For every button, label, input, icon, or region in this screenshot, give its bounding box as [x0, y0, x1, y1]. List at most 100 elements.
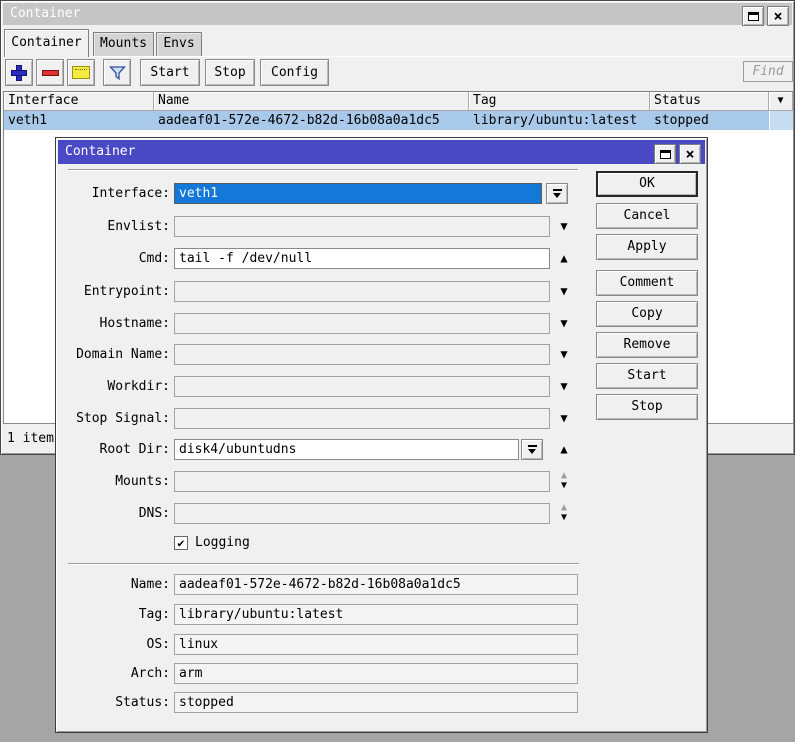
maximize-icon	[660, 150, 671, 159]
root_dir-collapse-up-icon[interactable]: ▲	[554, 439, 574, 460]
hostname-expand-down-icon[interactable]: ▼	[554, 313, 574, 334]
cell-status: stopped	[650, 111, 769, 130]
dropdown-list-icon	[553, 189, 562, 198]
column-header-tag[interactable]: Tag	[469, 92, 650, 110]
dns-label: DNS:	[64, 503, 170, 524]
envlist-expand-down-icon[interactable]: ▼	[554, 216, 574, 237]
interface-field[interactable]: veth1	[174, 183, 542, 204]
separator-info	[68, 563, 579, 565]
workdir-field[interactable]	[174, 376, 550, 397]
dialog-titlebar[interactable]: Container ×	[58, 140, 705, 164]
config-button[interactable]: Config	[260, 59, 329, 86]
logging-checkbox-label: Logging	[195, 534, 250, 552]
remove-button[interactable]	[36, 59, 64, 86]
stop_signal-label: Stop Signal:	[64, 408, 170, 429]
mounts-label: Mounts:	[64, 471, 170, 492]
maximize-icon	[748, 12, 759, 21]
cancel-button[interactable]: Cancel	[596, 203, 698, 229]
stop_signal-field[interactable]	[174, 408, 550, 429]
dialog-maximize-button[interactable]	[654, 144, 676, 164]
start-button[interactable]: Start	[140, 59, 200, 86]
dropdown-list-icon-bar	[528, 445, 537, 447]
interface-dropdown-button[interactable]	[546, 183, 568, 204]
close-button[interactable]: ×	[767, 6, 789, 26]
workdir-expand-down-icon[interactable]: ▼	[554, 376, 574, 397]
cmd-field[interactable]: tail -f /dev/null	[174, 248, 550, 269]
cell-tag: library/ubuntu:latest	[469, 111, 650, 130]
main-window-title: Container	[10, 6, 80, 21]
comment-button[interactable]: Comment	[596, 270, 698, 296]
entrypoint-label: Entrypoint:	[64, 281, 170, 302]
dns-down-icon[interactable]: ▼	[554, 513, 574, 523]
table-body: veth1aadeaf01-572e-4672-b82d-16b08a0a1dc…	[4, 111, 793, 130]
tab-envs[interactable]: Envs	[156, 32, 202, 56]
envlist-field[interactable]	[174, 216, 550, 237]
main-window-titlebar[interactable]: Container ×	[3, 3, 792, 25]
column-header-interface[interactable]: Interface	[4, 92, 154, 110]
stop-button[interactable]: Stop	[596, 394, 698, 420]
name-field: aadeaf01-572e-4672-b82d-16b08a0a1dc5	[174, 574, 578, 595]
copy-button[interactable]: Copy	[596, 301, 698, 327]
start-button[interactable]: Start	[596, 363, 698, 389]
os-field: linux	[174, 634, 578, 655]
container-detail-dialog: Container × Interface:veth1Envlist:▼Cmd:…	[55, 137, 708, 733]
dialog-title: Container	[65, 144, 135, 159]
remove-button[interactable]: Remove	[596, 332, 698, 358]
tag-field: library/ubuntu:latest	[174, 604, 578, 625]
cell-interface: veth1	[4, 111, 154, 130]
mounts-down-icon[interactable]: ▼	[554, 481, 574, 491]
workdir-label: Workdir:	[64, 376, 170, 397]
hostname-field[interactable]	[174, 313, 550, 334]
domain_name-field[interactable]	[174, 344, 550, 365]
comment-button[interactable]	[67, 59, 95, 86]
cmd-label: Cmd:	[64, 248, 170, 269]
arch-field: arm	[174, 663, 578, 684]
domain_name-expand-down-icon[interactable]: ▼	[554, 344, 574, 365]
os-label: OS:	[64, 634, 170, 655]
ok-button[interactable]: OK	[596, 171, 698, 197]
stop-button[interactable]: Stop	[205, 59, 255, 86]
header-dropdown-button[interactable]: ▼	[769, 92, 793, 110]
separator-top	[68, 169, 578, 171]
filter-button[interactable]	[103, 59, 131, 86]
note-icon	[72, 66, 90, 79]
entrypoint-field[interactable]	[174, 281, 550, 302]
dns-field[interactable]	[174, 503, 550, 524]
hostname-label: Hostname:	[64, 313, 170, 334]
checkmark-icon: ✔	[177, 536, 184, 550]
column-header-name[interactable]: Name	[154, 92, 469, 110]
apply-button[interactable]: Apply	[596, 234, 698, 260]
table-row[interactable]: veth1aadeaf01-572e-4672-b82d-16b08a0a1dc…	[4, 111, 793, 130]
mounts-field[interactable]	[174, 471, 550, 492]
dropdown-list-icon-triangle	[553, 193, 561, 198]
cmd-collapse-up-icon[interactable]: ▲	[554, 248, 574, 269]
root_dir-label: Root Dir:	[64, 439, 170, 460]
dropdown-list-icon-bar	[553, 189, 562, 191]
tab-container[interactable]: Container	[4, 29, 89, 57]
tabbar-divider	[3, 56, 792, 57]
interface-label: Interface:	[64, 183, 170, 204]
funnel-icon	[109, 65, 126, 81]
cell-extra	[769, 111, 793, 130]
dialog-close-button[interactable]: ×	[679, 144, 701, 164]
maximize-button[interactable]	[742, 6, 764, 26]
mounts-updown-icons[interactable]: ▲▼	[554, 471, 574, 491]
stop_signal-expand-down-icon[interactable]: ▼	[554, 408, 574, 429]
arch-label: Arch:	[64, 663, 170, 684]
entrypoint-expand-down-icon[interactable]: ▼	[554, 281, 574, 302]
add-button[interactable]	[5, 59, 33, 86]
status-bar-text: 1 item	[7, 429, 54, 449]
close-icon: ×	[685, 147, 694, 162]
tag-label: Tag:	[64, 604, 170, 625]
table-header-row: InterfaceNameTagStatus▼	[4, 92, 793, 111]
dns-updown-icons[interactable]: ▲▼	[554, 503, 574, 523]
find-button[interactable]: Find	[743, 61, 793, 82]
desktop: Container × ContainerMountsEnvs	[0, 0, 795, 742]
column-header-status[interactable]: Status	[650, 92, 769, 110]
plus-icon	[11, 65, 27, 81]
root_dir-dropdown-button[interactable]	[521, 439, 543, 460]
logging-checkbox[interactable]: ✔	[174, 536, 188, 550]
cell-name: aadeaf01-572e-4672-b82d-16b08a0a1dc5	[154, 111, 469, 130]
root_dir-field[interactable]: disk4/ubuntudns	[174, 439, 519, 460]
tab-mounts[interactable]: Mounts	[93, 32, 154, 56]
